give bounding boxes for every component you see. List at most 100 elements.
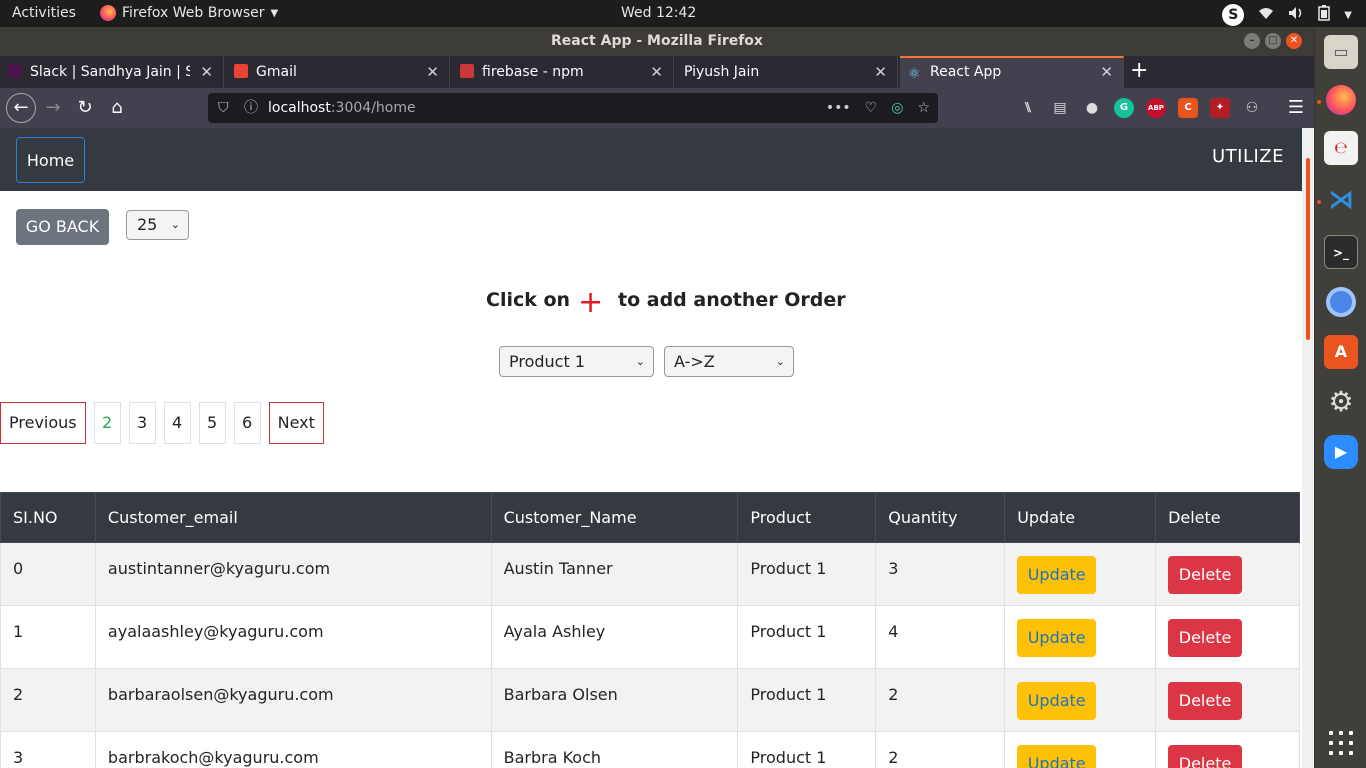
nav-home-link[interactable]: Home [16,137,85,183]
delete-button[interactable]: Delete [1168,745,1243,768]
info-icon[interactable]: ⓘ [244,93,258,123]
extension-gray-icon[interactable]: ⚇ [1242,98,1262,118]
terminal-icon[interactable]: >_ [1324,235,1358,269]
previous-page-button[interactable]: Previous [0,402,86,444]
tab-npm[interactable]: firebase - npm ✕ [452,56,674,88]
back-button[interactable]: ← [6,93,36,123]
extension-red-icon[interactable]: ✦ [1210,98,1230,118]
forward-button[interactable]: → [40,95,66,121]
cell-update: Update [1004,668,1157,732]
close-tab-icon[interactable]: ✕ [200,56,213,88]
chevron-down-icon: ▼ [1344,9,1352,21]
per-page-select[interactable]: 25 ⌄ [126,210,189,240]
close-tab-icon[interactable]: ✕ [874,56,887,88]
cell-name: Barbra Koch [490,731,739,768]
sort-order-select[interactable]: A->Z ⌄ [664,346,794,377]
column-header: Quantity [875,492,1006,543]
browser-nav-bar: ← → ↻ ⌂ ⛉ ⓘ localhost:3004/home ••• ♡ ◎ … [0,88,1314,128]
product-filter-select[interactable]: Product 1 ⌄ [499,346,654,377]
firefox-icon[interactable] [1324,83,1358,117]
extension-c-icon[interactable]: C [1178,98,1198,118]
running-indicator [1317,200,1321,204]
update-button[interactable]: Update [1017,619,1097,657]
battery-icon [1318,5,1331,25]
tab-piyush[interactable]: Piyush Jain ✕ [676,56,898,88]
cell-delete: Delete [1155,731,1300,768]
settings-icon[interactable]: ⚙ [1324,385,1358,419]
sidebar-icon[interactable]: ▤ [1050,98,1070,118]
update-button[interactable]: Update [1017,682,1097,720]
close-tab-icon[interactable]: ✕ [650,56,663,88]
files-icon[interactable]: ▭ [1324,35,1358,69]
activities-button[interactable]: Activities [12,5,76,21]
chromium-icon[interactable] [1324,285,1358,319]
column-header: Delete [1155,492,1300,543]
delete-button[interactable]: Delete [1168,556,1243,594]
tab-react-app[interactable]: ⚛ React App ✕ [900,56,1124,88]
text-editor-icon[interactable]: ℮ [1324,131,1358,165]
delete-button[interactable]: Delete [1168,619,1243,657]
browser-tab-bar: Slack | Sandhya Jain | Sar ✕ Gmail ✕ fir… [0,56,1314,88]
cell-sino: 2 [0,668,96,732]
page-button[interactable]: 6 [233,402,261,444]
reload-button[interactable]: ↻ [72,95,98,121]
extension-icon[interactable]: ◎ [891,93,903,123]
shield-icon[interactable]: ⛉ [218,93,229,123]
account-icon[interactable]: ● [1082,98,1102,118]
next-page-button[interactable]: Next [268,402,324,444]
maximize-icon[interactable]: □ [1265,33,1281,49]
firefox-icon [100,5,116,21]
page-button[interactable]: 2 [93,402,121,444]
skype-icon[interactable]: S [1222,4,1245,26]
pagination: Previous 2 3 4 5 6 Next [0,402,324,444]
url-text[interactable]: localhost:3004/home [268,93,416,123]
page-scrollbar[interactable] [1302,128,1314,768]
page-button[interactable]: 4 [163,402,191,444]
close-tab-icon[interactable]: ✕ [426,56,439,88]
scrollbar-thumb[interactable] [1306,158,1310,340]
url-bar[interactable]: ⛉ ⓘ localhost:3004/home ••• ♡ ◎ ☆ [208,93,938,123]
minimize-icon[interactable]: – [1244,33,1260,49]
library-icon[interactable]: ⑊ [1018,98,1038,118]
cell-email: ayalaashley@kyaguru.com [94,605,492,669]
new-tab-button[interactable]: + [1130,58,1148,83]
bookmark-star-icon[interactable]: ☆ [917,93,930,123]
app-menu[interactable]: Firefox Web Browser ▼ [100,5,278,21]
tab-gmail[interactable]: Gmail ✕ [226,56,450,88]
cell-email: barbrakoch@kyaguru.com [94,731,492,768]
software-center-icon[interactable]: A [1324,335,1358,369]
vscode-icon[interactable]: ⋊ [1324,183,1358,217]
more-actions-icon[interactable]: ••• [826,93,851,123]
react-icon: ⚛ [908,66,921,82]
wifi-icon [1258,6,1274,24]
slack-icon [8,64,22,78]
menu-icon[interactable]: ☰ [1288,97,1304,118]
column-header: Update [1004,492,1157,543]
page-button[interactable]: 3 [128,402,156,444]
go-back-button[interactable]: GO BACK [16,209,109,245]
home-button[interactable]: ⌂ [104,95,130,121]
update-button[interactable]: Update [1017,745,1097,768]
pocket-icon[interactable]: ♡ [865,93,878,123]
cell-product: Product 1 [737,668,877,732]
close-icon[interactable]: ✕ [1286,33,1302,49]
show-applications-icon[interactable] [1329,731,1353,755]
column-header: Customer_email [94,492,492,543]
running-indicator [1317,100,1321,104]
tab-slack[interactable]: Slack | Sandhya Jain | Sar ✕ [0,56,224,88]
table-row: 1 ayalaashley@kyaguru.com Ayala Ashley P… [0,605,1300,669]
system-tray[interactable]: S ▼ [1222,4,1352,26]
add-order-plus-icon[interactable]: + [578,288,603,318]
delete-button[interactable]: Delete [1168,682,1243,720]
adblock-icon[interactable]: ABP [1146,98,1166,118]
zoom-icon[interactable]: ▶ [1324,435,1358,469]
chevron-down-icon: ⌄ [170,218,180,231]
close-tab-icon[interactable]: ✕ [1100,58,1113,86]
app-navbar: Home UTILIZE [0,128,1302,191]
brand-logo[interactable]: UTILIZE [1212,146,1284,167]
update-button[interactable]: Update [1017,556,1097,594]
grammarly-icon[interactable]: G [1114,98,1134,118]
clock[interactable]: Wed 12:42 [621,5,696,21]
window-title: React App - Mozilla Firefox [551,33,763,49]
page-button[interactable]: 5 [198,402,226,444]
